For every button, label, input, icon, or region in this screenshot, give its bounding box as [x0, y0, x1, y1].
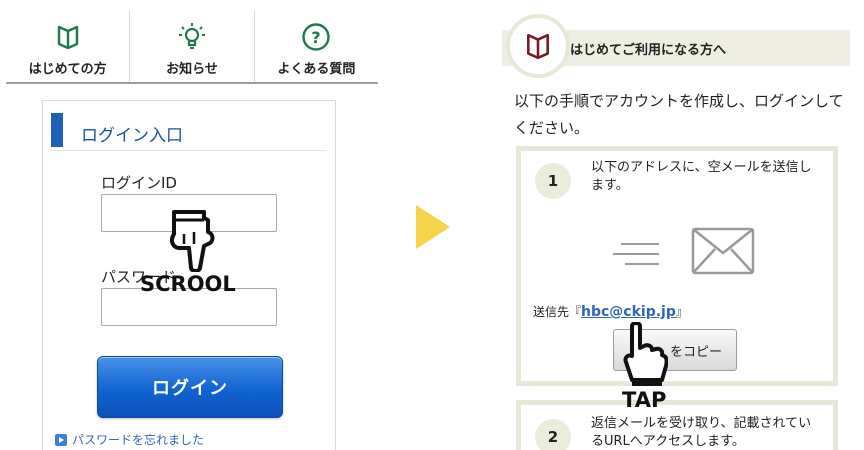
- step-number: 1: [535, 163, 571, 199]
- step-text: 返信メールを受け取り、記載されているURLへアクセスします。: [591, 416, 812, 449]
- motion-line: [613, 253, 659, 255]
- arrow-bullet-icon: [55, 433, 67, 446]
- lightbulb-icon: [175, 22, 209, 52]
- tap-gesture-label: TAP: [622, 388, 667, 412]
- next-arrow-icon: [416, 205, 450, 249]
- book-icon: [51, 22, 85, 52]
- send-to-row: 送信先『 hbc@ckip.jp 』: [533, 303, 688, 320]
- intro-text: 以下の手順でアカウントを作成し、ログインしてください。: [514, 92, 844, 137]
- step-text: 以下のアドレスに、空メールを送信します。: [591, 160, 812, 193]
- step-number: 2: [535, 419, 571, 450]
- motion-line: [625, 263, 659, 265]
- step-2-card: 2 返信メールを受け取り、記載されているURLへアクセスします。: [516, 400, 838, 450]
- pointing-hand-icon: [170, 210, 215, 272]
- right-screen: はじめてご利用になる方へ 以下の手順でアカウントを作成し、ログインしてください。…: [490, 0, 864, 450]
- svg-text:?: ?: [312, 28, 321, 47]
- nav-label-faq: よくある質問: [277, 62, 356, 77]
- tap-hand-icon: [623, 322, 668, 386]
- envelope-icon: [691, 227, 755, 275]
- login-title: ログイン入口: [81, 126, 183, 146]
- section-title: はじめてご利用になる方へ: [570, 43, 727, 58]
- book-icon: [506, 14, 570, 78]
- nav-item-faq[interactable]: ? よくある質問: [255, 10, 378, 82]
- forgot-password-text: パスワードを忘れました: [72, 433, 205, 447]
- step-1-card: 1 以下のアドレスに、空メールを送信します。 送信先『 hbc@ckip.jp …: [516, 146, 838, 386]
- top-navigation: はじめての方 お知らせ ? よくある質問: [6, 10, 378, 84]
- scroll-gesture-label: SCROOL: [140, 272, 236, 296]
- send-to-suffix: 』: [675, 305, 688, 319]
- nav-label-beginners: はじめての方: [28, 62, 107, 77]
- send-to-prefix: 送信先『: [533, 305, 582, 319]
- nav-label-news: お知らせ: [166, 62, 218, 77]
- nav-item-beginners[interactable]: はじめての方: [6, 10, 131, 82]
- login-header: ログイン入口: [51, 113, 327, 151]
- forgot-password-link[interactable]: パスワードを忘れました: [55, 431, 204, 448]
- question-circle-icon: ?: [299, 22, 333, 52]
- header-accent-bar: [51, 113, 63, 147]
- motion-line: [621, 243, 659, 245]
- left-screen: はじめての方 お知らせ ? よくある質問 ログイン入口 ログインID パスワード…: [0, 0, 390, 450]
- login-id-label: ログインID: [101, 174, 177, 192]
- email-address-link[interactable]: hbc@ckip.jp: [581, 304, 676, 320]
- login-button[interactable]: ログイン: [97, 356, 283, 418]
- nav-item-news[interactable]: お知らせ: [130, 10, 255, 82]
